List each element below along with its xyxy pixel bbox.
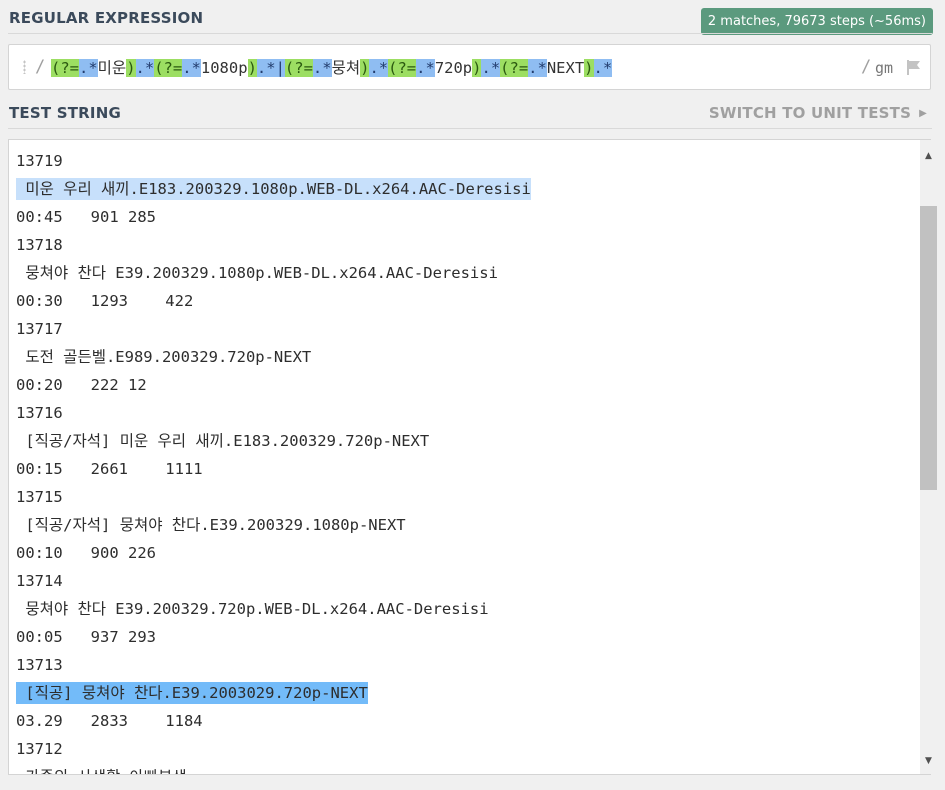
line-text: [직공/자석] 미운 우리 새끼.E183.200329.720p-NEXT [16,432,430,450]
regex-literal-token: NEXT [546,59,585,77]
test-string-line: 13714 [16,567,531,595]
flag-icon[interactable] [906,59,922,75]
line-text: 13712 [16,740,63,758]
line-text: 00:10 900 226 [16,544,156,562]
line-text: 13713 [16,656,63,674]
test-string-line: [직공/자석] 뭉쳐야 찬다.E39.200329.1080p-NEXT [16,511,531,539]
test-string-line: 뭉쳐야 찬다 E39.200329.720p.WEB-DL.x264.AAC-D… [16,595,531,623]
regex-syntax-token: (?= [154,59,183,77]
test-divider [8,128,932,129]
regex-syntax-token: .* [79,59,98,77]
scroll-thumb[interactable] [920,206,937,490]
scroll-up-arrow-icon[interactable]: ▲ [920,148,937,165]
line-text: 13719 [16,152,63,170]
regex-syntax-token: ) [126,59,136,77]
vertical-scrollbar[interactable]: ▲ ▼ [920,140,937,774]
line-text: 00:05 937 293 [16,628,156,646]
regex-syntax-token: .* [528,59,547,77]
line-text: 13714 [16,572,63,590]
regex-syntax-token: .* [369,59,389,77]
test-string-line: 03.29 2833 1184 [16,707,531,735]
test-string-line: 00:10 900 226 [16,539,531,567]
line-text: 뭉쳐야 찬다 E39.200329.1080p.WEB-DL.x264.AAC-… [16,264,498,282]
test-string-line: 13718 [16,231,531,259]
line-text: 00:30 1293 422 [16,292,194,310]
line-text: 뭉쳐야 찬다 E39.200329.720p.WEB-DL.x264.AAC-D… [16,600,489,618]
regex-syntax-token: .* [416,59,435,77]
regex-syntax-token: (?= [51,59,79,77]
regex-syntax-token: .* [135,59,155,77]
regex-syntax-token: | [275,59,285,77]
regex-flags[interactable]: gm [875,59,893,77]
match-highlight: 미운 우리 새끼.E183.200329.1080p.WEB-DL.x264.A… [16,178,531,200]
regex-syntax-token: .* [256,59,276,77]
regex-literal-token: 720p [434,59,473,77]
test-string-line: 13713 [16,651,531,679]
line-text: 00:45 901 285 [16,208,156,226]
test-string-line: [직공/자석] 미운 우리 새끼.E183.200329.720p-NEXT [16,427,531,455]
regex-syntax-token: .* [593,59,613,77]
test-string-line: 13715 [16,483,531,511]
test-string-line: 뭉쳐야 찬다 E39.200329.1080p.WEB-DL.x264.AAC-… [16,259,531,287]
line-text: 03.29 2833 1184 [16,712,203,730]
test-string-line: 13719 [16,147,531,175]
line-text: 00:20 222 12 [16,376,147,394]
test-string-line: 13712 [16,735,531,763]
test-string-editor[interactable]: 13719 미운 우리 새끼.E183.200329.1080p.WEB-DL.… [8,139,931,775]
test-string-line: 00:05 937 293 [16,623,531,651]
regex-syntax-token: (?= [284,59,313,77]
regex-syntax-token: .* [481,59,501,77]
line-text: 13715 [16,488,63,506]
regex-open-delimiter: / [35,57,46,77]
line-text: 13718 [16,236,63,254]
test-string-line: 가족의 사생활 아빠본색 [16,763,531,774]
switch-label: SWITCH TO UNIT TESTS [708,104,912,122]
test-string-line: 미운 우리 새끼.E183.200329.1080p.WEB-DL.x264.A… [16,175,531,203]
line-text: [직공/자석] 뭉쳐야 찬다.E39.200329.1080p-NEXT [16,516,406,534]
regex-close-delimiter: / [861,57,872,77]
test-string-line: 13716 [16,399,531,427]
line-text: 가족의 사생활 아빠본색 [16,768,186,774]
regex-syntax-token: (?= [388,59,417,77]
line-text: 00:15 2661 1111 [16,460,203,478]
test-string-line: 도전 골든벨.E989.200329.720p-NEXT [16,343,531,371]
test-string-lines: 13719 미운 우리 새끼.E183.200329.1080p.WEB-DL.… [16,147,531,774]
regex-literal-token: 뭉쳐 [331,59,361,77]
regex-literal-token: 미운 [97,59,127,77]
regex-literal-token: 1080p [200,59,248,77]
regex-input[interactable]: / (?=.*미운).*(?=.*1080p).*|(?=.*뭉쳐).*(?=.… [8,44,931,90]
regex-syntax-token: (?= [500,59,529,77]
line-text: 13716 [16,404,63,422]
regex-syntax-token: .* [312,59,332,77]
test-string-line: 00:30 1293 422 [16,287,531,315]
chevron-right-icon: ▶ [919,108,927,119]
test-string-line: 13717 [16,315,531,343]
match-highlight: [직공] 뭉쳐야 찬다.E39.2003029.720p-NEXT [16,682,368,704]
test-string-line: 00:20 222 12 [16,371,531,399]
regex-syntax-token: ) [247,59,257,77]
regex-section-title: REGULAR EXPRESSION [9,9,204,27]
regex-syntax-token: .* [182,59,201,77]
drag-handle-icon[interactable] [23,60,26,74]
scroll-down-arrow-icon[interactable]: ▼ [920,753,937,770]
regex-syntax-token: ) [584,59,594,77]
switch-to-unit-tests-link[interactable]: SWITCH TO UNIT TESTS ▶ [709,104,927,122]
test-string-line: 00:15 2661 1111 [16,455,531,483]
regex-pattern[interactable]: (?=.*미운).*(?=.*1080p).*|(?=.*뭉쳐).*(?=.*7… [51,57,613,79]
line-text: 13717 [16,320,63,338]
test-string-line: 00:45 901 285 [16,203,531,231]
line-text: 도전 골든벨.E989.200329.720p-NEXT [16,348,312,366]
regex-divider [8,33,932,34]
test-string-line: [직공] 뭉쳐야 찬다.E39.2003029.720p-NEXT [16,679,531,707]
test-string-title: TEST STRING [9,104,121,122]
match-info-badge[interactable]: 2 matches, 79673 steps (~56ms) [700,8,933,35]
